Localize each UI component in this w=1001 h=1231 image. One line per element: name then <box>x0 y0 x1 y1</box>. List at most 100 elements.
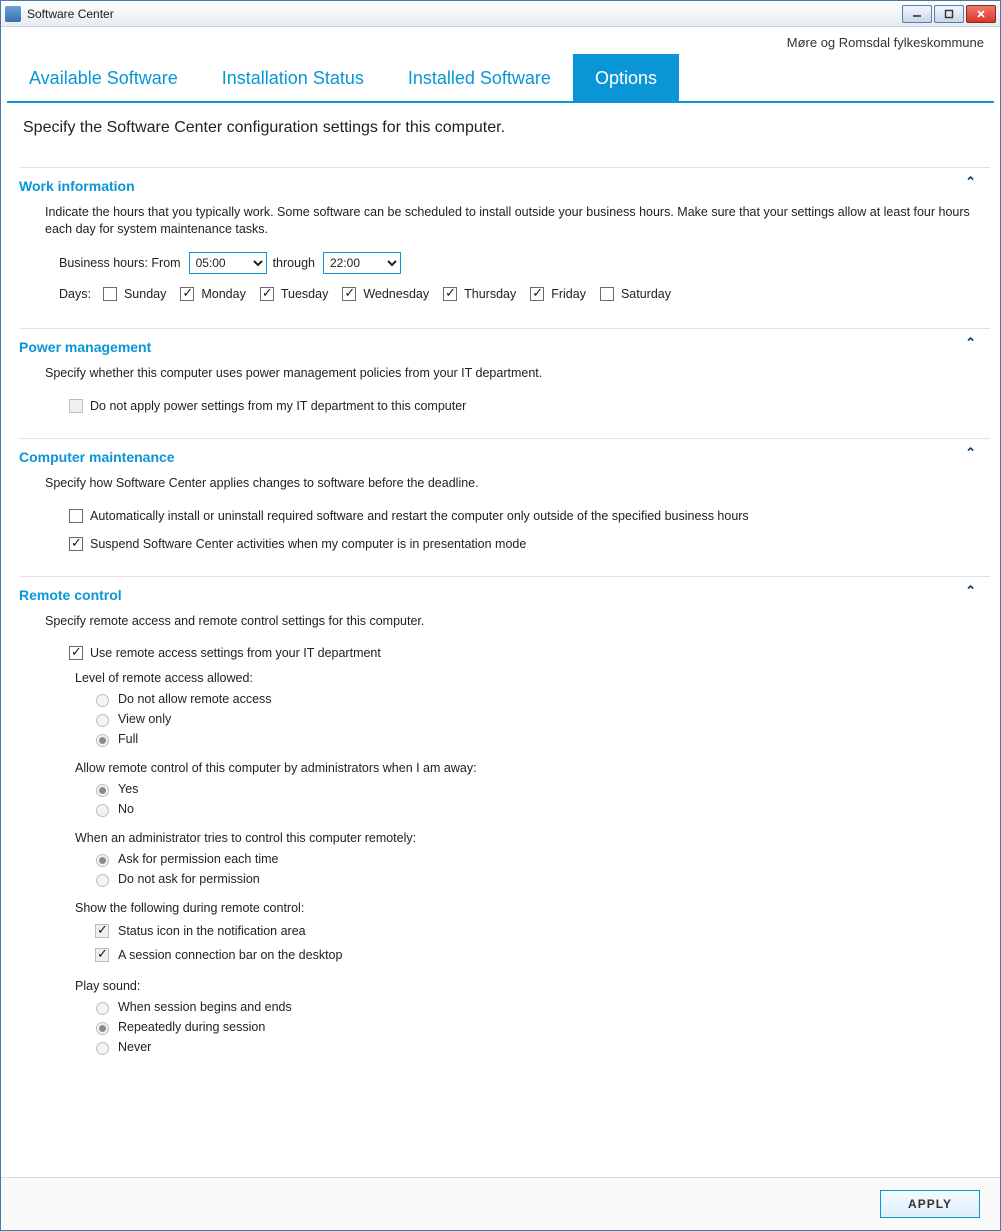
checkbox-show-status-icon[interactable] <box>95 924 109 938</box>
minimize-button[interactable] <box>902 5 932 23</box>
bh-from-select[interactable]: 05:00 <box>189 252 267 274</box>
remote-desc: Specify remote access and remote control… <box>45 613 986 630</box>
radio-away-no[interactable] <box>96 804 109 817</box>
bh-to-select[interactable]: 22:00 <box>323 252 401 274</box>
checkbox-show-session-bar[interactable] <box>95 948 109 962</box>
days-row: Days: Sunday Monday Tuesday Wednesday Th… <box>59 284 986 304</box>
opt-label: Use remote access settings from your IT … <box>90 646 381 660</box>
radio-label: Yes <box>118 782 138 796</box>
close-button[interactable] <box>966 5 996 23</box>
radio-level-full[interactable] <box>96 734 109 747</box>
remote-try-noask[interactable]: Do not ask for permission <box>91 871 986 887</box>
section-title: Computer maintenance <box>19 449 986 465</box>
checkbox-auto-install[interactable] <box>69 509 83 523</box>
tab-available-software[interactable]: Available Software <box>7 54 200 101</box>
remote-level-full[interactable]: Full <box>91 731 986 747</box>
opt-label: Suspend Software Center activities when … <box>90 537 526 551</box>
section-work-information: ⌃ Work information Indicate the hours th… <box>19 167 990 328</box>
day-label: Thursday <box>464 287 516 301</box>
remote-show-icon[interactable]: Status icon in the notification area <box>91 921 986 941</box>
day-label: Sunday <box>124 287 166 301</box>
radio-try-noask[interactable] <box>96 874 109 887</box>
opt-label: Automatically install or uninstall requi… <box>90 509 749 523</box>
remote-sound-repeat[interactable]: Repeatedly during session <box>91 1019 986 1035</box>
tab-installation-status[interactable]: Installation Status <box>200 54 386 101</box>
checkbox-wednesday[interactable] <box>342 287 356 301</box>
radio-away-yes[interactable] <box>96 784 109 797</box>
radio-label: When session begins and ends <box>118 1000 292 1014</box>
checkbox-tuesday[interactable] <box>260 287 274 301</box>
day-monday[interactable]: Monday <box>176 284 245 304</box>
checkbox-power-opt[interactable] <box>69 399 83 413</box>
day-saturday[interactable]: Saturday <box>596 284 671 304</box>
tab-installed-software[interactable]: Installed Software <box>386 54 573 101</box>
software-center-window: Software Center Møre og Romsdal fylkesko… <box>0 0 1001 1231</box>
window-buttons <box>902 5 996 23</box>
radio-try-ask[interactable] <box>96 854 109 867</box>
chevron-up-icon[interactable]: ⌃ <box>965 583 976 599</box>
opt-label: A session connection bar on the desktop <box>118 948 342 962</box>
remote-away-no[interactable]: No <box>91 801 986 817</box>
maint-auto-install[interactable]: Automatically install or uninstall requi… <box>65 506 749 526</box>
opt-label: Status icon in the notification area <box>118 924 306 938</box>
section-title: Remote control <box>19 587 986 603</box>
checkbox-use-it-settings[interactable] <box>69 646 83 660</box>
days-checkboxes: Sunday Monday Tuesday Wednesday Thursday… <box>99 284 671 304</box>
checkbox-sunday[interactable] <box>103 287 117 301</box>
apply-button[interactable]: APPLY <box>880 1190 980 1218</box>
maximize-button[interactable] <box>934 5 964 23</box>
radio-label: Full <box>118 732 138 746</box>
radio-sound-repeat[interactable] <box>96 1022 109 1035</box>
remote-sound-never[interactable]: Never <box>91 1039 986 1055</box>
remote-sound-ends[interactable]: When session begins and ends <box>91 999 986 1015</box>
radio-label: Do not allow remote access <box>118 692 272 706</box>
days-label: Days: <box>59 287 91 301</box>
chevron-up-icon[interactable]: ⌃ <box>965 174 976 190</box>
day-friday[interactable]: Friday <box>526 284 586 304</box>
radio-level-view[interactable] <box>96 714 109 727</box>
checkbox-suspend-presentation[interactable] <box>69 537 83 551</box>
day-label: Wednesday <box>363 287 429 301</box>
day-thursday[interactable]: Thursday <box>439 284 516 304</box>
checkbox-monday[interactable] <box>180 287 194 301</box>
radio-label: Do not ask for permission <box>118 872 260 886</box>
checkbox-friday[interactable] <box>530 287 544 301</box>
remote-away-yes[interactable]: Yes <box>91 781 986 797</box>
power-opt[interactable]: Do not apply power settings from my IT d… <box>65 396 466 416</box>
section-title: Work information <box>19 178 986 194</box>
radio-label: No <box>118 802 134 816</box>
radio-sound-ends[interactable] <box>96 1002 109 1015</box>
maint-desc: Specify how Software Center applies chan… <box>45 475 986 492</box>
section-remote-control: ⌃ Remote control Specify remote access a… <box>19 576 990 1074</box>
radio-sound-never[interactable] <box>96 1042 109 1055</box>
remote-try-ask[interactable]: Ask for permission each time <box>91 851 986 867</box>
chevron-up-icon[interactable]: ⌃ <box>965 445 976 461</box>
radio-label: Repeatedly during session <box>118 1020 265 1034</box>
app-icon <box>5 6 21 22</box>
day-label: Friday <box>551 287 586 301</box>
day-wednesday[interactable]: Wednesday <box>338 284 429 304</box>
chevron-up-icon[interactable]: ⌃ <box>965 335 976 351</box>
remote-level-view[interactable]: View only <box>91 711 986 727</box>
titlebar: Software Center <box>1 1 1000 27</box>
checkbox-saturday[interactable] <box>600 287 614 301</box>
section-computer-maintenance: ⌃ Computer maintenance Specify how Softw… <box>19 438 990 576</box>
section-power-management: ⌃ Power management Specify whether this … <box>19 328 990 438</box>
tab-options[interactable]: Options <box>573 54 679 101</box>
maint-suspend-presentation[interactable]: Suspend Software Center activities when … <box>65 534 526 554</box>
day-sunday[interactable]: Sunday <box>99 284 166 304</box>
remote-show-bar[interactable]: A session connection bar on the desktop <box>91 945 986 965</box>
work-desc: Indicate the hours that you typically wo… <box>45 204 986 238</box>
day-label: Monday <box>201 287 245 301</box>
remote-try-label: When an administrator tries to control t… <box>75 831 986 845</box>
day-label: Tuesday <box>281 287 328 301</box>
day-tuesday[interactable]: Tuesday <box>256 284 328 304</box>
day-label: Saturday <box>621 287 671 301</box>
radio-level-deny[interactable] <box>96 694 109 707</box>
radio-label: Ask for permission each time <box>118 852 278 866</box>
checkbox-thursday[interactable] <box>443 287 457 301</box>
business-hours-row: Business hours: From 05:00 through 22:00 <box>59 252 986 274</box>
radio-label: View only <box>118 712 171 726</box>
remote-level-deny[interactable]: Do not allow remote access <box>91 691 986 707</box>
remote-use-it-settings[interactable]: Use remote access settings from your IT … <box>65 643 381 663</box>
